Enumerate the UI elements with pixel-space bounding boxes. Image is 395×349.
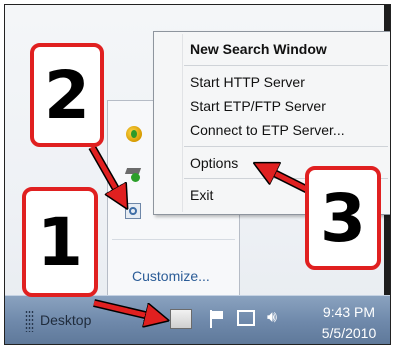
clock-date: 5/5/2010 bbox=[321, 325, 377, 341]
flyout-divider bbox=[112, 239, 235, 240]
menu-item-connect-etp-server[interactable]: Connect to ETP Server... bbox=[190, 122, 345, 138]
customize-link[interactable]: Customize... bbox=[132, 268, 210, 284]
taskbar: Desktop 🔊︎ 9:43 PM 5/5/2010 bbox=[5, 295, 390, 344]
show-hidden-icons-button[interactable] bbox=[170, 309, 192, 329]
menu-separator bbox=[184, 65, 388, 66]
search-app-tray-icon[interactable] bbox=[125, 203, 141, 219]
menu-item-options[interactable]: Options bbox=[190, 155, 238, 171]
taskbar-clock[interactable]: 9:43 PM 5/5/2010 bbox=[310, 302, 388, 344]
volume-icon[interactable]: 🔊︎ bbox=[267, 309, 291, 329]
flag-icon[interactable] bbox=[209, 310, 225, 328]
callout-2: 2 bbox=[30, 43, 104, 147]
menu-item-start-etp-ftp-server[interactable]: Start ETP/FTP Server bbox=[190, 98, 326, 114]
callout-3: 3 bbox=[305, 166, 381, 270]
clock-time: 9:43 PM bbox=[322, 304, 376, 320]
menu-separator bbox=[184, 146, 388, 147]
menu-item-start-http-server[interactable]: Start HTTP Server bbox=[190, 74, 305, 90]
network-app-tray-icon[interactable] bbox=[126, 165, 142, 182]
menu-item-exit[interactable]: Exit bbox=[190, 187, 213, 203]
menu-item-new-search-window[interactable]: New Search Window bbox=[190, 41, 327, 57]
app-tray-icon[interactable] bbox=[126, 126, 142, 142]
desktop-toolbar-label[interactable]: Desktop bbox=[40, 312, 91, 328]
network-icon[interactable] bbox=[237, 310, 255, 326]
grip-icon[interactable] bbox=[25, 310, 34, 332]
menu-gutter bbox=[182, 34, 183, 212]
callout-1: 1 bbox=[22, 187, 98, 297]
